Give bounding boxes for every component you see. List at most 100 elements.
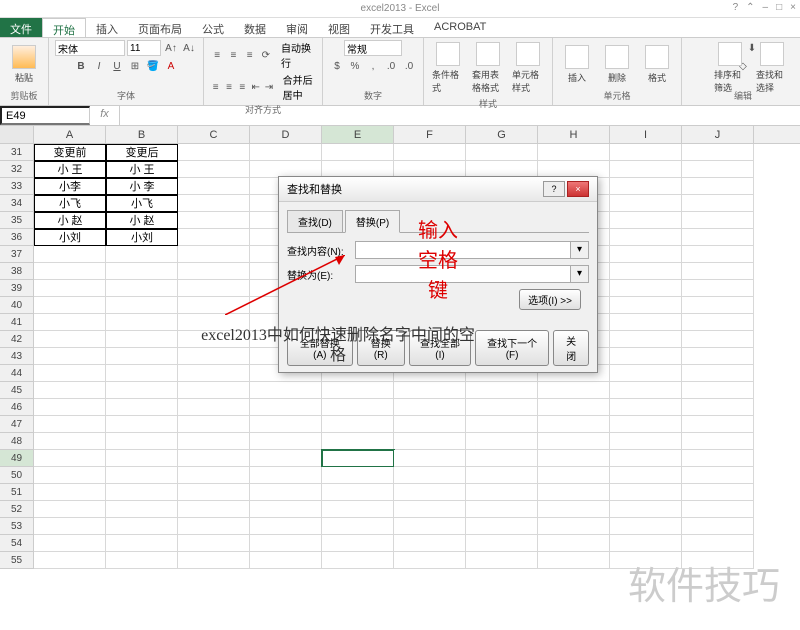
cell-I45[interactable]	[610, 382, 682, 399]
cell-C32[interactable]	[178, 161, 250, 178]
cell-J37[interactable]	[682, 246, 754, 263]
cell-A35[interactable]: 小 赵	[34, 212, 106, 229]
cell-A51[interactable]	[34, 484, 106, 501]
row-header-35[interactable]: 35	[0, 212, 34, 229]
cell-B47[interactable]	[106, 416, 178, 433]
close-button[interactable]: 关闭	[553, 330, 589, 366]
cell-J33[interactable]	[682, 178, 754, 195]
font-size-select[interactable]	[127, 40, 161, 56]
col-header-H[interactable]: H	[538, 126, 610, 143]
cell-J42[interactable]	[682, 331, 754, 348]
tab-replace[interactable]: 替换(P)	[345, 210, 400, 233]
cell-A32[interactable]: 小 王	[34, 161, 106, 178]
cell-J50[interactable]	[682, 467, 754, 484]
col-header-D[interactable]: D	[250, 126, 322, 143]
cell-B41[interactable]	[106, 314, 178, 331]
cell-G31[interactable]	[466, 144, 538, 161]
row-header-47[interactable]: 47	[0, 416, 34, 433]
cell-B37[interactable]	[106, 246, 178, 263]
cell-D47[interactable]	[250, 416, 322, 433]
paste-button[interactable]: 粘贴	[6, 43, 42, 86]
cell-E31[interactable]	[322, 144, 394, 161]
cell-J35[interactable]	[682, 212, 754, 229]
row-header-34[interactable]: 34	[0, 195, 34, 212]
insert-cells-button[interactable]: 插入	[559, 43, 595, 86]
cell-B34[interactable]: 小飞	[106, 195, 178, 212]
cell-A50[interactable]	[34, 467, 106, 484]
cell-F52[interactable]	[394, 501, 466, 518]
cell-I54[interactable]	[610, 535, 682, 552]
cell-A41[interactable]	[34, 314, 106, 331]
cell-B53[interactable]	[106, 518, 178, 535]
cell-E50[interactable]	[322, 467, 394, 484]
cell-D50[interactable]	[250, 467, 322, 484]
cell-A39[interactable]	[34, 280, 106, 297]
cell-J48[interactable]	[682, 433, 754, 450]
cell-H49[interactable]	[538, 450, 610, 467]
cell-E47[interactable]	[322, 416, 394, 433]
cell-I31[interactable]	[610, 144, 682, 161]
cell-A36[interactable]: 小刘	[34, 229, 106, 246]
cell-B32[interactable]: 小 王	[106, 161, 178, 178]
cell-H51[interactable]	[538, 484, 610, 501]
cell-B46[interactable]	[106, 399, 178, 416]
cell-C40[interactable]	[178, 297, 250, 314]
cell-J54[interactable]	[682, 535, 754, 552]
cell-C33[interactable]	[178, 178, 250, 195]
cell-D45[interactable]	[250, 382, 322, 399]
cell-H46[interactable]	[538, 399, 610, 416]
cell-H55[interactable]	[538, 552, 610, 569]
bold-button[interactable]: B	[73, 58, 89, 74]
cell-A44[interactable]	[34, 365, 106, 382]
cell-I38[interactable]	[610, 263, 682, 280]
dialog-help-icon[interactable]: ?	[543, 181, 565, 197]
align-middle-icon[interactable]: ≡	[226, 47, 240, 63]
cell-B52[interactable]	[106, 501, 178, 518]
row-header-37[interactable]: 37	[0, 246, 34, 263]
cell-C47[interactable]	[178, 416, 250, 433]
border-icon[interactable]: ⊞	[127, 58, 143, 74]
cell-B49[interactable]	[106, 450, 178, 467]
cell-A52[interactable]	[34, 501, 106, 518]
row-header-39[interactable]: 39	[0, 280, 34, 297]
cell-E46[interactable]	[322, 399, 394, 416]
fill-color-icon[interactable]: 🪣	[145, 58, 161, 74]
cell-J40[interactable]	[682, 297, 754, 314]
cell-G54[interactable]	[466, 535, 538, 552]
cell-I41[interactable]	[610, 314, 682, 331]
cell-D52[interactable]	[250, 501, 322, 518]
row-header-38[interactable]: 38	[0, 263, 34, 280]
ribbon-tab-3[interactable]: 页面布局	[128, 18, 192, 37]
cell-I33[interactable]	[610, 178, 682, 195]
cell-D49[interactable]	[250, 450, 322, 467]
cell-A53[interactable]	[34, 518, 106, 535]
cell-I40[interactable]	[610, 297, 682, 314]
cell-B36[interactable]: 小刘	[106, 229, 178, 246]
cell-J51[interactable]	[682, 484, 754, 501]
cell-B43[interactable]	[106, 348, 178, 365]
row-header-32[interactable]: 32	[0, 161, 34, 178]
cell-A38[interactable]	[34, 263, 106, 280]
help-icon[interactable]: ?	[733, 2, 739, 13]
cell-J46[interactable]	[682, 399, 754, 416]
cell-A47[interactable]	[34, 416, 106, 433]
cell-C51[interactable]	[178, 484, 250, 501]
ribbon-tab-0[interactable]: 文件	[0, 18, 42, 37]
currency-icon[interactable]: $	[329, 58, 345, 74]
row-header-36[interactable]: 36	[0, 229, 34, 246]
cell-J36[interactable]	[682, 229, 754, 246]
find-next-button[interactable]: 查找下一个(F)	[475, 330, 549, 366]
cell-F49[interactable]	[394, 450, 466, 467]
font-name-select[interactable]	[55, 40, 125, 56]
align-bottom-icon[interactable]: ≡	[243, 47, 257, 63]
cell-D46[interactable]	[250, 399, 322, 416]
sort-filter-button[interactable]: 排序和筛选	[712, 40, 748, 96]
cell-J47[interactable]	[682, 416, 754, 433]
ribbon-options-icon[interactable]: ⌃	[746, 2, 754, 13]
cell-C55[interactable]	[178, 552, 250, 569]
cell-F47[interactable]	[394, 416, 466, 433]
cell-A31[interactable]: 变更前	[34, 144, 106, 161]
cell-G52[interactable]	[466, 501, 538, 518]
decrease-decimal-icon[interactable]: .0	[401, 58, 417, 74]
col-header-B[interactable]: B	[106, 126, 178, 143]
